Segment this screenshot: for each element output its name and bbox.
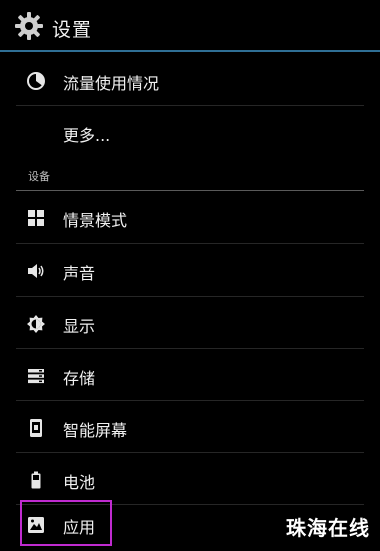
- data-usage-icon: [27, 72, 45, 90]
- settings-item-label: 情景模式: [63, 211, 128, 230]
- highlight-box: [20, 500, 112, 546]
- settings-item-label: 显示: [63, 317, 96, 336]
- settings-item-label: 流量使用情况: [63, 74, 160, 93]
- profiles-icon: [28, 210, 44, 226]
- watermark: 珠海在线: [286, 516, 370, 540]
- sound-icon: [28, 264, 44, 278]
- smart-screen-icon: [30, 419, 42, 437]
- battery-icon: [31, 471, 41, 489]
- settings-item-label: 智能屏幕: [63, 421, 128, 440]
- action-bar: 设置: [0, 0, 380, 52]
- settings-item-label: 更多...: [63, 126, 111, 145]
- settings-item-data-usage[interactable]: 流量使用情况: [16, 54, 364, 106]
- settings-item-label: 声音: [63, 264, 96, 283]
- section-header-device: 设备: [28, 170, 50, 183]
- storage-icon: [28, 369, 44, 384]
- display-icon: [27, 315, 45, 333]
- settings-item-label: 存储: [63, 369, 96, 388]
- settings-item-profiles[interactable]: 情景模式: [16, 191, 364, 243]
- settings-item-more[interactable]: 更多...: [16, 106, 364, 158]
- gear-icon[interactable]: [13, 10, 45, 42]
- settings-item-smart-screen[interactable]: 智能屏幕: [16, 401, 364, 453]
- settings-item-display[interactable]: 显示: [16, 297, 364, 349]
- settings-item-storage[interactable]: 存储: [16, 349, 364, 401]
- page-title: 设置: [52, 19, 93, 41]
- settings-item-label: 电池: [63, 473, 96, 492]
- settings-item-sound[interactable]: 声音: [16, 244, 364, 296]
